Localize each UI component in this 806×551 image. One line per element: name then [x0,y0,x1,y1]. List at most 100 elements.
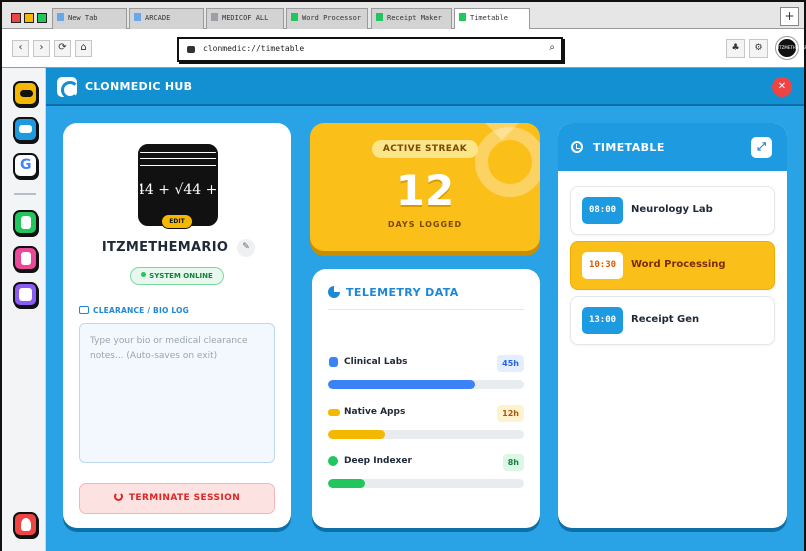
metric-label: Clinical Labs [344,357,408,367]
slot-name: Neurology Lab [631,204,713,215]
online-dot-icon [141,272,147,277]
home-button[interactable]: ⌂ [75,40,92,57]
streak-value: 12 [395,166,455,215]
microscope-icon [329,357,338,367]
close-app-button[interactable]: ✕ [772,77,792,97]
metric-label: Deep Indexer [344,456,412,466]
tab-receipt-maker[interactable]: Receipt Maker [371,8,452,29]
app-title: CLONMEDIC HUB [85,80,193,93]
metric-progress-fill [328,380,475,389]
metric-native-apps: Native Apps 12h [328,405,524,445]
tab-favicon-icon [134,13,141,21]
address-url[interactable]: clonmedic://timetable [203,44,304,53]
file-icon [21,252,31,265]
metric-clinical-labs: Clinical Labs 45h [328,355,524,395]
metric-progress-track [328,430,524,439]
dock-google-button[interactable]: G [13,153,38,178]
status-badge: SYSTEM ONLINE [130,267,224,285]
power-icon [113,492,123,501]
search-icon[interactable]: ⌕ [549,42,555,53]
bio-label: CLEARANCE / BIO LOG [79,306,189,315]
calendar-icon [19,288,32,301]
tab-strip: New Tab ARCADE MEDICOF ALL Word Processo… [2,2,804,30]
app-header: CLONMEDIC HUB ✕ [46,68,804,106]
slot-time: 10:30 [582,252,623,279]
edit-avatar-button[interactable]: EDIT [161,214,193,229]
lock-icon [187,46,195,53]
timetable-header: TIMETABLE ⤢ [558,123,787,171]
settings-button[interactable]: ⚙ [749,39,768,58]
tab-favicon-icon [211,13,218,21]
dock-divider [14,193,36,195]
document-icon [21,216,31,229]
dock-arcade-button[interactable] [13,81,38,106]
forward-button[interactable]: › [33,40,50,57]
terminate-session-button[interactable]: TERMINATE SESSION [79,483,275,514]
tab-timetable[interactable]: Timetable [454,8,530,30]
timetable-card: TIMETABLE ⤢ 08:00 Neurology Lab 10:30 Wo… [558,123,787,528]
gamepad-icon [328,409,340,416]
metric-value-badge: 8h [502,454,524,471]
id-card-icon [79,306,89,314]
metric-progress-fill [328,430,385,439]
app-dock: G [2,68,46,551]
extensions-button[interactable]: ♣ [726,39,745,58]
tab-medicof-all[interactable]: MEDICOF ALL [206,8,284,29]
telemetry-divider [328,309,524,310]
google-icon: G [20,157,32,173]
metric-progress-track [328,479,524,488]
streak-card: ACTIVE STREAK 12 DAYS LOGGED [310,123,540,251]
tab-new-tab[interactable]: New Tab [52,8,127,29]
streak-sublabel: DAYS LOGGED [387,220,463,229]
dock-timetable-button[interactable] [13,282,38,307]
metric-label: Native Apps [344,407,406,417]
slot-name: Receipt Gen [631,314,700,325]
metric-deep-indexer: Deep Indexer 8h [328,454,524,494]
metric-value-badge: 45h [497,355,524,372]
telemetry-title: TELEMETRY DATA [328,286,459,299]
tab-word-processor[interactable]: Word Processor [286,8,368,29]
tab-favicon-icon [376,13,383,21]
streak-label: ACTIVE STREAK [372,140,478,158]
timetable-title: TIMETABLE [593,141,665,154]
profile-avatar[interactable]: ITZMETHEMARIO [776,37,806,59]
profile-card: 44 + √44 + EDIT ITZMETHEMARIO ✎ SYSTEM O… [63,123,291,528]
edit-username-icon[interactable]: ✎ [237,239,255,257]
dock-documents-button[interactable] [13,246,38,271]
user-icon [21,518,31,531]
clock-icon [571,141,583,153]
metric-value-badge: 12h [497,405,524,422]
reload-button[interactable]: ⟳ [54,40,71,57]
timetable-slot-active[interactable]: 10:30 Word Processing [570,241,775,290]
tab-favicon-icon [291,13,298,21]
window-minimize-dot[interactable] [24,13,34,23]
pie-chart-icon [328,286,340,298]
avatar-lines [140,152,216,166]
tab-arcade[interactable]: ARCADE [129,8,204,29]
back-button[interactable]: ‹ [12,40,29,57]
dock-word-processor-button[interactable] [13,210,38,235]
new-tab-button[interactable]: + [780,7,799,26]
timetable-slot[interactable]: 13:00 Receipt Gen [570,296,775,345]
slot-time: 08:00 [582,197,623,224]
telemetry-card: TELEMETRY DATA Clinical Labs 45h Native … [312,269,540,528]
tab-favicon-icon [57,13,64,21]
graduation-cap-icon [19,125,32,133]
timetable-slot[interactable]: 08:00 Neurology Lab [570,186,775,235]
bio-textarea[interactable] [79,323,275,463]
slot-name: Word Processing [631,259,726,270]
window-close-dot[interactable] [11,13,21,23]
gamepad-icon [20,90,33,97]
username: ITZMETHEMARIO [101,240,229,255]
tab-favicon-icon [459,13,466,21]
slot-time: 13:00 [582,307,623,334]
window-maximize-dot[interactable] [37,13,47,23]
clonmedic-logo-icon [57,77,79,99]
dock-academy-button[interactable] [13,117,38,142]
metric-progress-fill [328,479,366,488]
expand-icon[interactable]: ⤢ [751,137,772,158]
address-bar[interactable]: clonmedic://timetable ⌕ [177,37,563,62]
bug-icon [328,456,338,466]
dock-logout-button[interactable] [13,512,38,537]
clonmedic-hub-app: CLONMEDIC HUB ✕ 44 + √44 + EDIT ITZMETHE… [46,68,804,551]
